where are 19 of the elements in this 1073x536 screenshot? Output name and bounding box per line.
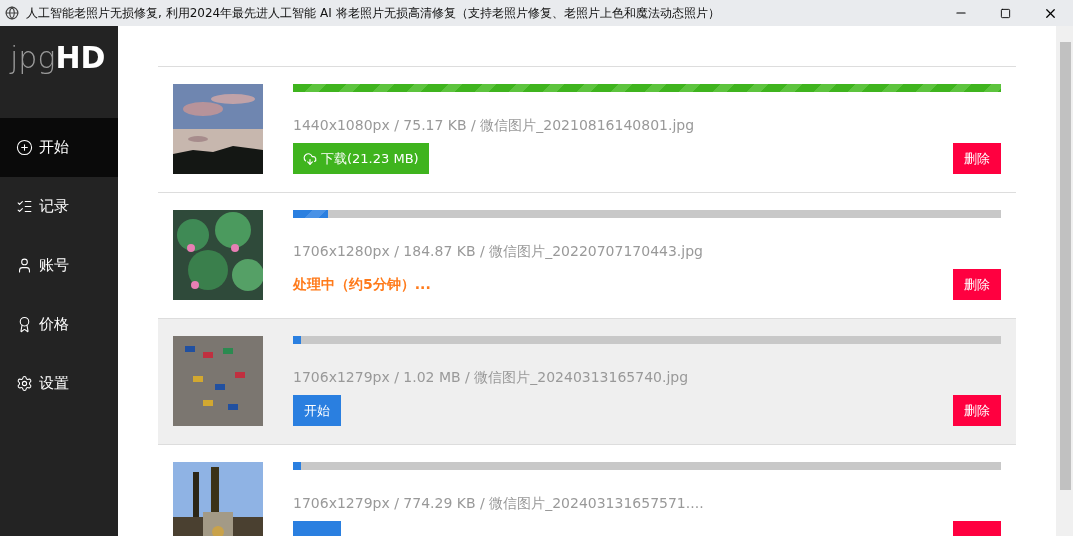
window-title: 人工智能老照片无损修复, 利用2024年最先进人工智能 AI 将老照片无损高清修复（支持老照片修复、老照片上色和魔法动态照片） — [26, 5, 720, 22]
delete-button[interactable]: 删除 — [953, 143, 1001, 174]
logo: jpgHD — [10, 40, 106, 76]
start-button[interactable]: 开始 — [293, 395, 341, 426]
globe-icon — [5, 6, 19, 20]
file-info: 1440x1080px / 75.17 KB / 微信图片_20210816140801.jpg — [293, 116, 696, 135]
plus-circle-icon — [16, 139, 33, 156]
cloud-download-icon — [303, 151, 317, 166]
file-info: 1706x1279px / 1.02 MB / 微信图片_20240313165740.jpg — [293, 368, 690, 387]
processing-status: 处理中（约5分钟）... — [293, 275, 431, 294]
list-icon — [16, 198, 33, 215]
maximize-icon — [1000, 7, 1011, 19]
file-info: 1706x1280px / 184.87 KB / 微信图片_20220707170443.jpg — [293, 242, 704, 261]
delete-button[interactable]: 删除 — [953, 395, 1001, 426]
settings-icon — [16, 375, 33, 392]
delete-button[interactable]: 删除 — [953, 269, 1001, 300]
sidebar-item[interactable]: 开始 — [0, 118, 118, 177]
user-icon — [16, 257, 33, 274]
file-info: 1706x1279px / 774.29 KB / 微信图片_202403131657571.... — [293, 494, 705, 513]
